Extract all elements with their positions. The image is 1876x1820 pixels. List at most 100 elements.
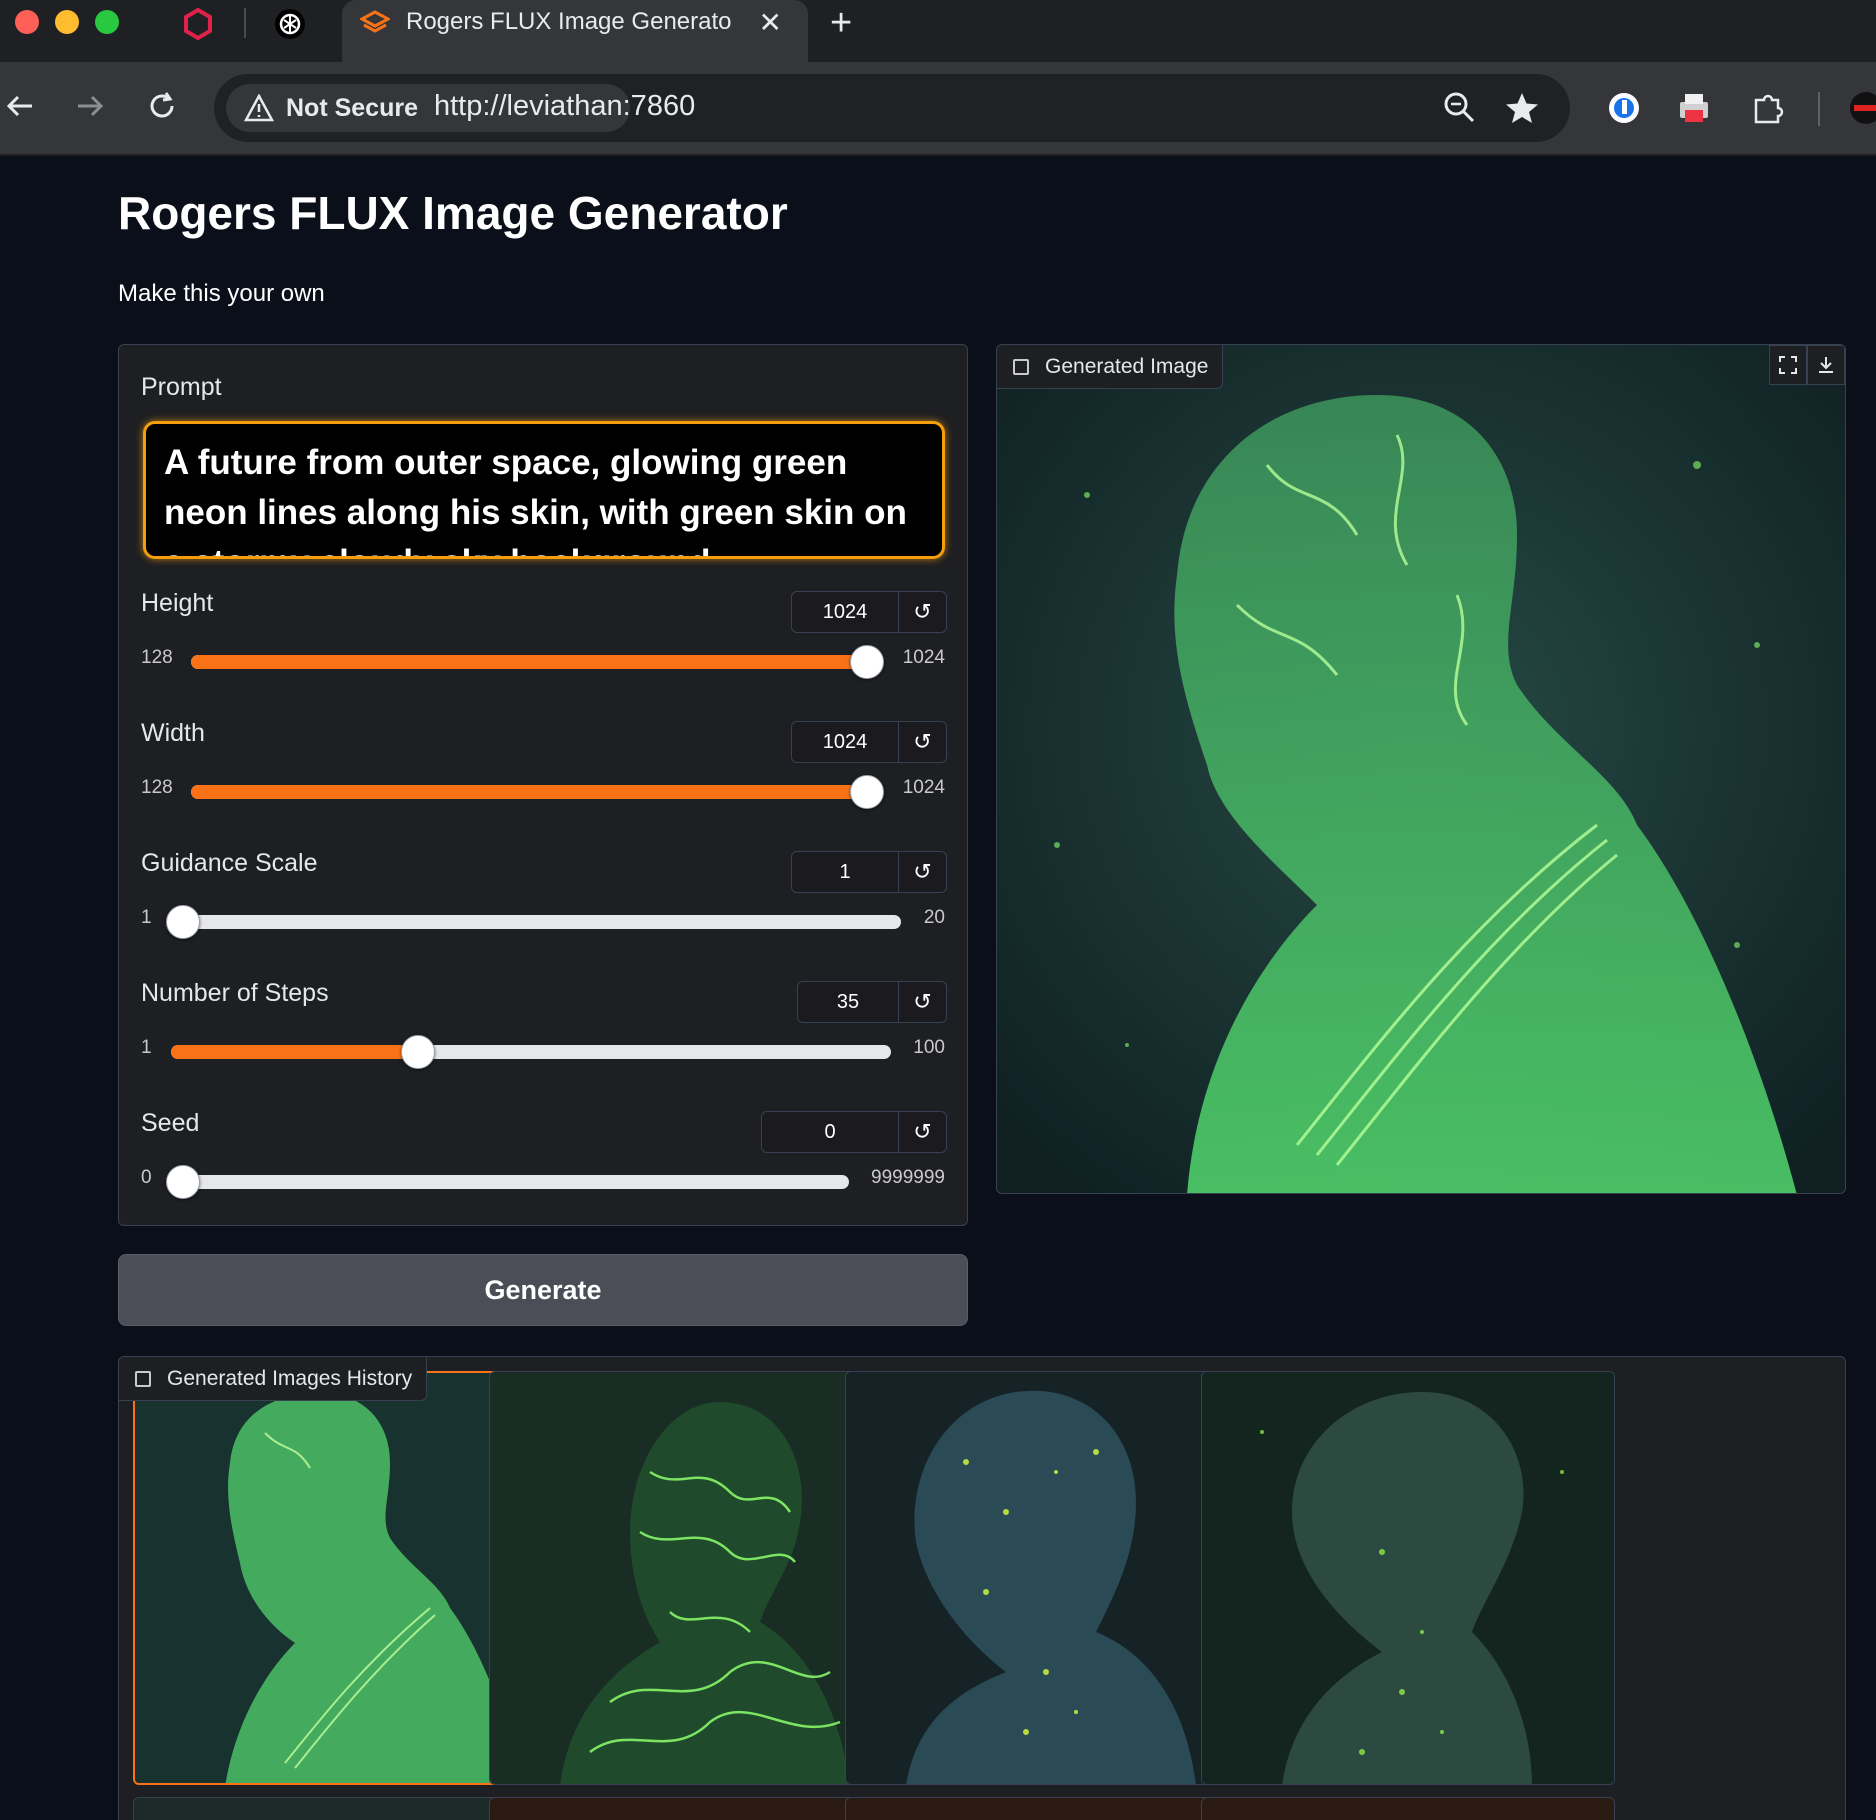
- height-max-label: 1024: [902, 647, 945, 668]
- address-bar[interactable]: Not Secure http://leviathan:7860: [214, 74, 1570, 142]
- pinned-tab-chatgpt-icon[interactable]: [272, 6, 308, 42]
- controls-panel: Prompt A future from outer space, glowin…: [118, 344, 968, 1226]
- width-number-input[interactable]: 1024: [791, 721, 899, 763]
- warning-icon: [244, 94, 274, 122]
- steps-reset-icon[interactable]: ↺: [899, 981, 947, 1023]
- width-slider-track[interactable]: [191, 775, 884, 809]
- guidance-scale-reset-icon[interactable]: ↺: [899, 851, 947, 893]
- width-reset-icon[interactable]: ↺: [899, 721, 947, 763]
- browser-toolbar: Not Secure http://leviathan:7860: [0, 62, 1876, 156]
- height-slider-group: Height 1024 ↺ 128 1024: [141, 589, 947, 719]
- guidance-scale-label: Guidance Scale: [141, 849, 318, 877]
- image-icon: [1013, 358, 1029, 375]
- width-label: Width: [141, 719, 205, 747]
- steps-number-input[interactable]: 35: [797, 981, 899, 1023]
- page-description: Make this your own: [118, 280, 325, 307]
- history-image-1: [135, 1373, 545, 1783]
- window-close-button[interactable]: [15, 10, 39, 34]
- prompt-text: A future from outer space, glowing green…: [164, 443, 907, 556]
- seed-max-label: 9999999: [871, 1167, 945, 1188]
- generated-image: [997, 345, 1845, 1193]
- download-icon[interactable]: [1807, 345, 1845, 385]
- window-minimize-button[interactable]: [55, 10, 79, 34]
- password-manager-extension-icon[interactable]: [1604, 88, 1644, 128]
- pinned-tab-app-icon[interactable]: [180, 6, 216, 42]
- steps-slider-thumb[interactable]: [401, 1035, 436, 1069]
- extensions-puzzle-icon[interactable]: [1748, 88, 1788, 128]
- guidance-scale-number-input[interactable]: 1: [791, 851, 899, 893]
- profile-avatar-icon[interactable]: [1846, 88, 1876, 128]
- image-toolbar: [1769, 345, 1845, 385]
- width-min-label: 128: [141, 777, 173, 798]
- height-min-label: 128: [141, 647, 173, 668]
- steps-slider-track[interactable]: [171, 1035, 891, 1069]
- generate-button[interactable]: Generate: [118, 1254, 968, 1326]
- seed-slider-group: Seed 0 ↺ 0 9999999: [141, 1109, 947, 1239]
- zoom-icon[interactable]: [1442, 90, 1476, 132]
- fullscreen-icon[interactable]: [1769, 345, 1807, 385]
- seed-slider-track[interactable]: [166, 1165, 849, 1199]
- guidance-scale-slider-group: Guidance Scale 1 ↺ 1 20: [141, 849, 947, 979]
- width-slider-group: Width 1024 ↺ 128 1024: [141, 719, 947, 849]
- prompt-label: Prompt: [141, 373, 222, 401]
- height-slider-track[interactable]: [191, 645, 884, 679]
- history-gallery-panel: Generated Images History: [118, 1356, 1846, 1820]
- seed-slider-thumb[interactable]: [166, 1165, 200, 1199]
- forward-icon[interactable]: [70, 86, 110, 126]
- history-thumbnail[interactable]: [489, 1371, 903, 1785]
- steps-label: Number of Steps: [141, 979, 329, 1007]
- width-slider-fill: [191, 785, 867, 799]
- height-slider-thumb[interactable]: [850, 645, 884, 679]
- history-image-2: [490, 1372, 902, 1784]
- bookmark-star-icon[interactable]: [1504, 90, 1540, 134]
- steps-slider-group: Number of Steps 35 ↺ 1 100: [141, 979, 947, 1109]
- window-zoom-button[interactable]: [95, 10, 119, 34]
- prompt-textarea[interactable]: A future from outer space, glowing green…: [143, 421, 945, 559]
- history-thumbnail[interactable]: [1201, 1797, 1615, 1820]
- height-label: Height: [141, 589, 214, 617]
- height-slider-fill: [191, 655, 867, 669]
- history-image-4: [1202, 1372, 1614, 1784]
- seed-label: Seed: [141, 1109, 200, 1137]
- back-icon[interactable]: [0, 86, 40, 126]
- history-thumbnail[interactable]: [133, 1371, 547, 1785]
- history-thumbnail[interactable]: [133, 1797, 547, 1820]
- guidance-scale-slider-track[interactable]: [166, 905, 901, 939]
- seed-number-input[interactable]: 0: [761, 1111, 899, 1153]
- tab-title: Rogers FLUX Image Generato: [406, 8, 732, 35]
- width-max-label: 1024: [902, 777, 945, 798]
- steps-min-label: 1: [141, 1037, 152, 1058]
- history-thumbnail[interactable]: [1201, 1371, 1615, 1785]
- history-image-3: [846, 1372, 1258, 1784]
- steps-max-label: 100: [913, 1037, 945, 1058]
- generated-image-label: Generated Image: [997, 345, 1224, 389]
- generated-image-label-text: Generated Image: [1045, 354, 1209, 378]
- guidance-scale-slider-thumb[interactable]: [166, 905, 200, 939]
- image-icon: [135, 1370, 151, 1387]
- tab-separator: [244, 8, 246, 38]
- toolbar-separator: [1818, 92, 1820, 126]
- browser-tab-bar: Rogers FLUX Image Generato ✕ +: [0, 0, 1876, 62]
- not-secure-label: Not Secure: [286, 93, 418, 122]
- page-title: Rogers FLUX Image Generator: [118, 187, 788, 239]
- height-reset-icon[interactable]: ↺: [899, 591, 947, 633]
- guidance-scale-min-label: 1: [141, 907, 152, 928]
- close-tab-icon[interactable]: ✕: [759, 6, 782, 39]
- height-number-input[interactable]: 1024: [791, 591, 899, 633]
- history-thumbnail[interactable]: [845, 1797, 1259, 1820]
- gradio-favicon-icon: [358, 10, 392, 41]
- history-gallery-label-text: Generated Images History: [167, 1366, 413, 1390]
- printer-extension-icon[interactable]: [1674, 88, 1714, 128]
- history-thumbnail[interactable]: [489, 1797, 903, 1820]
- generated-image-panel: Generated Image: [996, 344, 1846, 1194]
- reload-icon[interactable]: [142, 86, 182, 126]
- url-text[interactable]: http://leviathan:7860: [434, 90, 695, 123]
- seed-reset-icon[interactable]: ↺: [899, 1111, 947, 1153]
- steps-slider-fill: [171, 1045, 419, 1059]
- seed-min-label: 0: [141, 1167, 152, 1188]
- active-tab[interactable]: Rogers FLUX Image Generato ✕: [342, 0, 808, 62]
- width-slider-thumb[interactable]: [850, 775, 884, 809]
- history-thumbnail[interactable]: [845, 1371, 1259, 1785]
- new-tab-button[interactable]: +: [830, 2, 852, 45]
- history-gallery-label: Generated Images History: [119, 1357, 428, 1401]
